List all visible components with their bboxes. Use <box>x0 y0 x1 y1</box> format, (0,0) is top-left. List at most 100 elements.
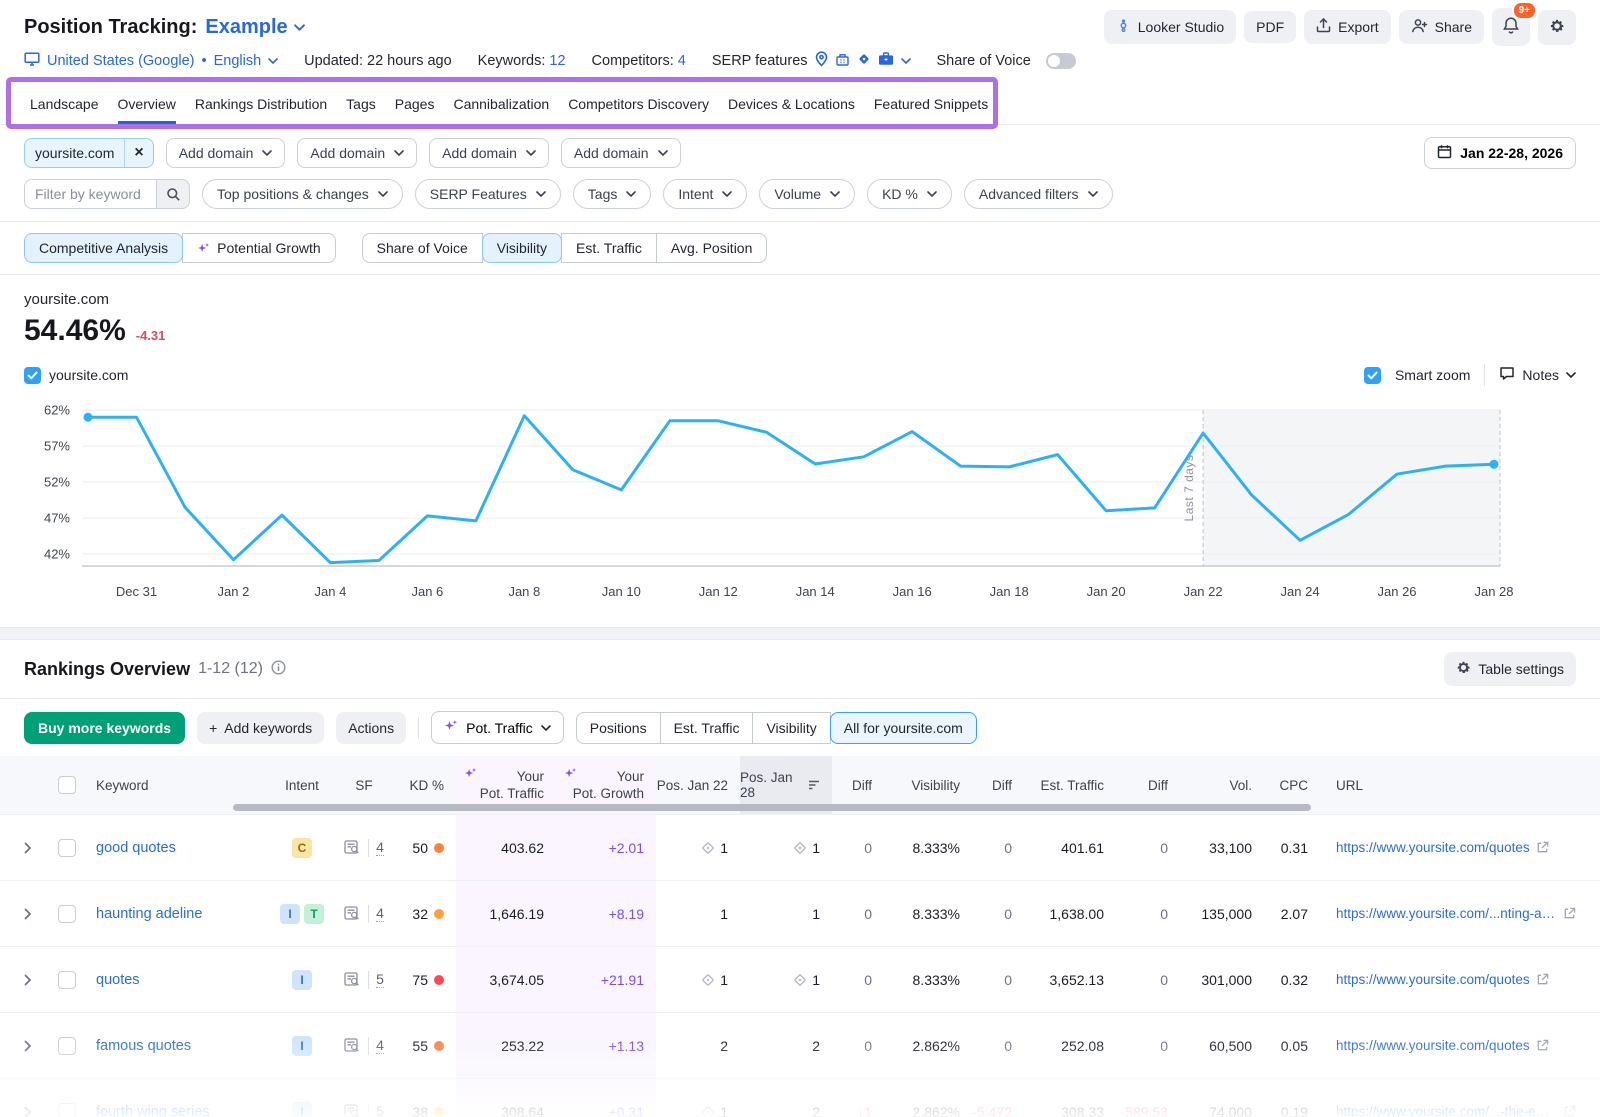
url-link[interactable]: https://www.yoursite.com/...nting-adelin… <box>1336 906 1557 921</box>
keyword-link[interactable]: fourth wing series <box>96 1104 210 1117</box>
actions-button[interactable]: Actions <box>336 712 406 744</box>
tab-pages[interactable]: Pages <box>395 86 435 124</box>
expand-row-button[interactable] <box>24 815 58 880</box>
metric-tab-share-of-voice[interactable]: Share of Voice <box>362 233 483 263</box>
sf-count[interactable]: 4 <box>376 905 384 922</box>
table-settings-button[interactable]: Table settings <box>1444 652 1576 686</box>
column-header-url[interactable]: URL <box>1320 756 1576 814</box>
tab-rankings-distribution[interactable]: Rankings Distribution <box>195 86 327 124</box>
tab-landscape[interactable]: Landscape <box>30 86 99 124</box>
looker-studio-icon <box>1116 18 1131 36</box>
buy-more-keywords-button[interactable]: Buy more keywords <box>24 712 185 744</box>
filter-serp-features[interactable]: SERP Features <box>415 179 561 209</box>
tab-devices-locations[interactable]: Devices & Locations <box>728 86 855 124</box>
external-link-icon[interactable] <box>1536 973 1549 986</box>
notifications-button[interactable]: 9+ <box>1492 8 1530 46</box>
filter-intent[interactable]: Intent <box>663 179 747 209</box>
keyword-filter-input[interactable] <box>24 179 156 209</box>
filter-advanced-filters[interactable]: Advanced filters <box>964 179 1113 209</box>
tab-cannibalization[interactable]: Cannibalization <box>453 86 549 124</box>
location-language-selector[interactable]: United States (Google) • English <box>24 52 278 70</box>
metric-tab-avg-position[interactable]: Avg. Position <box>656 233 767 263</box>
row-checkbox[interactable] <box>58 971 76 989</box>
tab-competitors-discovery[interactable]: Competitors Discovery <box>568 86 709 124</box>
external-link-icon[interactable] <box>1536 841 1549 854</box>
share-button[interactable]: Share <box>1399 10 1484 44</box>
keyword-link[interactable]: famous quotes <box>96 1038 191 1054</box>
notes-dropdown[interactable]: Notes <box>1499 366 1576 384</box>
tab-featured-snippets[interactable]: Featured Snippets <box>874 86 988 124</box>
keyword-filter <box>24 179 190 209</box>
pot-growth-value: +2.01 <box>609 840 644 856</box>
add-domain-button-4[interactable]: Add domain <box>561 138 681 168</box>
url-link[interactable]: https://www.yoursite.com/quotes <box>1336 840 1530 855</box>
view-tab-positions[interactable]: Positions <box>576 712 661 744</box>
share-of-voice-toggle[interactable] <box>1046 53 1076 69</box>
filter-kd[interactable]: KD % <box>867 179 952 209</box>
keyword-link[interactable]: good quotes <box>96 840 176 856</box>
expand-row-button[interactable] <box>24 881 58 946</box>
serp-features-selector[interactable]: SERP features <box>712 51 911 71</box>
settings-button[interactable] <box>1538 10 1576 45</box>
external-link-icon[interactable] <box>1563 1105 1576 1117</box>
sf-count[interactable]: 5 <box>376 1103 384 1117</box>
url-link[interactable]: https://www.yoursite.com/quotes <box>1336 1038 1530 1053</box>
visibility-diff-cell: 0 <box>972 815 1024 880</box>
add-domain-button-2[interactable]: Add domain <box>297 138 417 168</box>
filter-top-positions-changes[interactable]: Top positions & changes <box>202 179 403 209</box>
looker-studio-button[interactable]: Looker Studio <box>1104 10 1236 44</box>
external-link-icon <box>1536 973 1549 986</box>
expand-row-button[interactable] <box>24 1013 58 1078</box>
table-horizontal-scrollbar[interactable] <box>233 804 1311 811</box>
expand-row-button[interactable] <box>24 1079 58 1117</box>
sf-count[interactable]: 4 <box>376 839 384 856</box>
keyword-link[interactable]: haunting adeline <box>96 906 202 922</box>
sparkles-icon <box>564 767 577 780</box>
sf-count[interactable]: 4 <box>376 1037 384 1054</box>
expand-row-button[interactable] <box>24 947 58 1012</box>
url-link[interactable]: https://www.yoursite.com/...-the-empyrea… <box>1336 1104 1557 1117</box>
smart-zoom-checkbox[interactable] <box>1364 367 1381 384</box>
row-checkbox[interactable] <box>58 905 76 923</box>
pdf-button[interactable]: PDF <box>1244 11 1296 43</box>
date-range-picker[interactable]: Jan 22-28, 2026 <box>1424 137 1576 169</box>
mode-tab-competitive-analysis[interactable]: Competitive Analysis <box>24 233 183 263</box>
view-tab-visibility[interactable]: Visibility <box>752 712 830 744</box>
add-domain-button-3[interactable]: Add domain <box>429 138 549 168</box>
view-tab-all-for-yoursite-com[interactable]: All for yoursite.com <box>830 712 977 744</box>
pot-traffic-dropdown[interactable]: Pot. Traffic <box>431 711 564 744</box>
row-checkbox[interactable] <box>58 1103 76 1117</box>
search-button[interactable] <box>156 179 190 209</box>
view-tab-est-traffic[interactable]: Est. Traffic <box>660 712 754 744</box>
tab-overview[interactable]: Overview <box>118 86 176 124</box>
est-traffic-value: 401.61 <box>1061 840 1104 856</box>
mode-tab-potential-growth[interactable]: Potential Growth <box>182 233 336 263</box>
cpc-cell: 0.31 <box>1264 815 1320 880</box>
sf-count[interactable]: 5 <box>376 971 384 988</box>
external-link-icon[interactable] <box>1536 1039 1549 1052</box>
add-keywords-button[interactable]: +Add keywords <box>197 712 324 744</box>
table-row-haunting-adeline: haunting adelineIT4321,646.19+8.191108.3… <box>0 880 1600 946</box>
tab-tags[interactable]: Tags <box>346 86 376 124</box>
metric-tab-visibility[interactable]: Visibility <box>482 233 562 263</box>
chevron-down-icon <box>901 58 911 64</box>
info-icon[interactable] <box>271 659 286 680</box>
legend-checkbox[interactable] <box>24 367 41 384</box>
keywords-count[interactable]: Keywords: 12 <box>478 53 566 69</box>
remove-domain-button[interactable]: × <box>124 139 152 167</box>
filter-tags[interactable]: Tags <box>573 179 652 209</box>
chevron-right-icon <box>24 1106 32 1117</box>
metric-tab-est-traffic[interactable]: Est. Traffic <box>561 233 657 263</box>
select-all-checkbox[interactable] <box>58 776 76 794</box>
row-checkbox[interactable] <box>58 1037 76 1055</box>
add-domain-button-1[interactable]: Add domain <box>166 138 286 168</box>
external-link-icon[interactable] <box>1563 907 1576 920</box>
competitors-count[interactable]: Competitors: 4 <box>592 53 686 69</box>
pos-jan28-cell: 1 <box>740 881 832 946</box>
keyword-link[interactable]: quotes <box>96 972 140 988</box>
project-selector[interactable]: Example <box>205 16 304 39</box>
row-checkbox[interactable] <box>58 839 76 857</box>
export-button[interactable]: Export <box>1304 10 1390 44</box>
filter-volume[interactable]: Volume <box>759 179 855 209</box>
url-link[interactable]: https://www.yoursite.com/quotes <box>1336 972 1530 987</box>
